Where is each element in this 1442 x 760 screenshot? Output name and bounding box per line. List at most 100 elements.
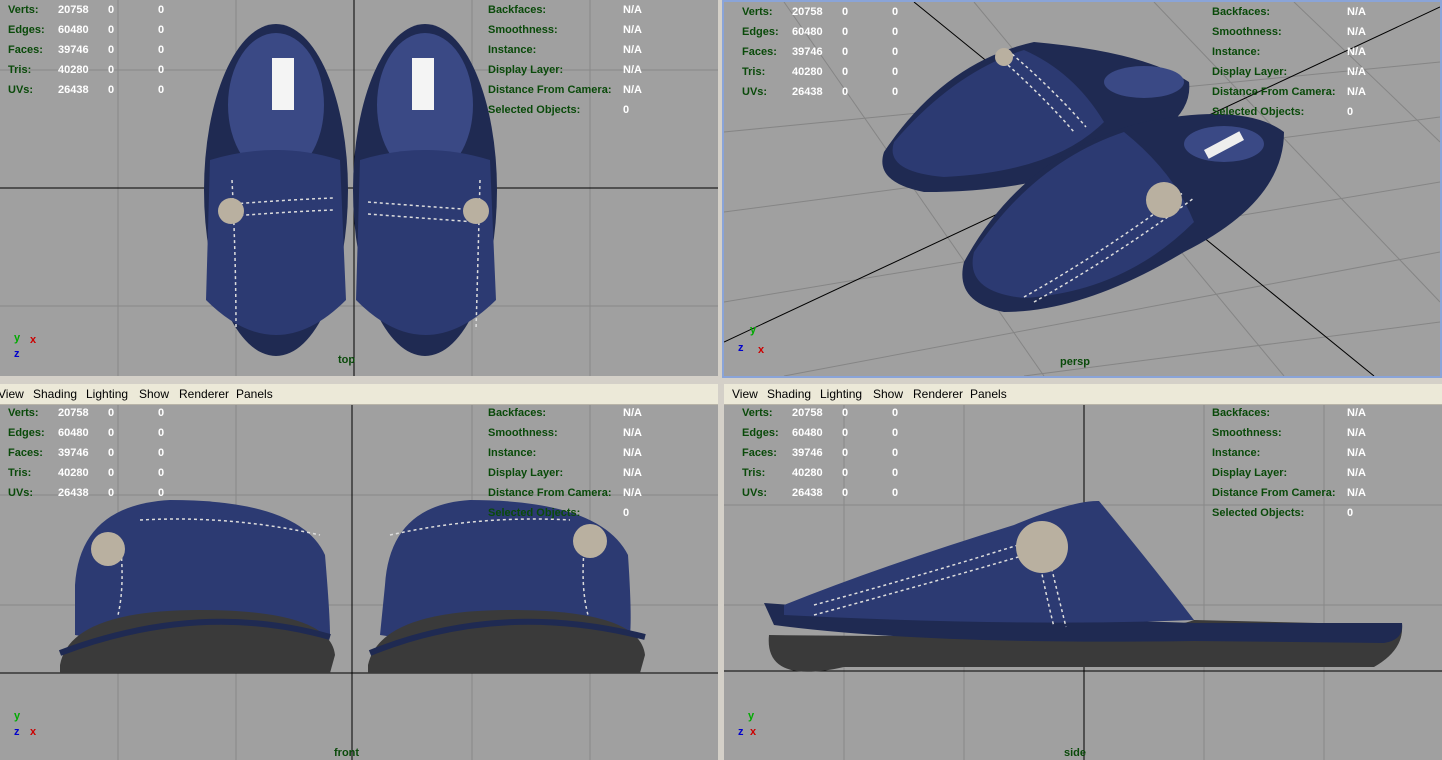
hud-value: 0 <box>108 44 115 56</box>
hud-instance-label: Instance: <box>488 44 537 56</box>
hud-value: 0 <box>108 24 115 36</box>
hud-edges-label: Edges: <box>8 427 45 439</box>
hud-distance-label: Distance From Camera: <box>1212 86 1336 98</box>
viewport-name-persp: persp <box>1060 356 1090 368</box>
slipper-left-front <box>58 500 335 673</box>
hud-value: 39746 <box>792 46 823 58</box>
axis-gizmo-icon: y x z <box>736 710 776 750</box>
hud-value: 26438 <box>58 84 89 96</box>
viewport-side[interactable]: Verts: 20758 0 0 Edges: 60480 0 0 Faces: 39746 0… <box>724 405 1442 760</box>
axis-y-label: y <box>748 710 755 722</box>
hud-value: N/A <box>1347 487 1366 499</box>
hud-value: 20758 <box>792 6 823 18</box>
hud-value: 0 <box>892 407 899 419</box>
hud-display-layer-label: Display Layer: <box>488 64 564 76</box>
hud-backfaces-label: Backfaces: <box>1212 407 1271 419</box>
menu-panels[interactable]: Panels <box>970 387 1007 401</box>
slipper-side <box>764 500 1403 672</box>
hud-value: 0 <box>108 4 115 16</box>
menu-show[interactable]: Show <box>139 387 169 401</box>
hud-value: 0 <box>892 447 899 459</box>
viewport-name-top: top <box>338 354 356 366</box>
hud-value: 0 <box>842 427 849 439</box>
hud-selected-label: Selected Objects: <box>1212 507 1305 519</box>
hud-value: N/A <box>623 44 642 56</box>
hud-value: 0 <box>892 6 899 18</box>
hud-value: 0 <box>158 427 165 439</box>
menu-view[interactable]: View <box>732 387 758 401</box>
hud-edges-label: Edges: <box>742 427 779 439</box>
viewport-persp[interactable]: Verts: 20758 0 0 Edges: 60480 0 0 Faces: 39746 0… <box>724 2 1440 376</box>
axis-z-label: z <box>738 726 744 738</box>
hud-verts-label: Verts: <box>8 4 39 16</box>
menu-panels[interactable]: Panels <box>236 387 273 401</box>
viewport-top-pane[interactable]: Verts: 20758 0 0 Edges: 60480 0 0 Faces: 39746 0… <box>0 0 718 378</box>
hud-smoothness-label: Smoothness: <box>1212 427 1282 439</box>
hud-value: N/A <box>623 64 642 76</box>
hud-faces-label: Faces: <box>742 447 777 459</box>
axis-x-label: x <box>30 334 37 346</box>
hud-display-layer-label: Display Layer: <box>488 467 564 479</box>
hud-verts-label: Verts: <box>8 407 39 419</box>
hud-uvs-label: UVs: <box>8 84 34 96</box>
hud-faces-label: Faces: <box>742 46 777 58</box>
hud-tris-label: Tris: <box>742 66 766 78</box>
hud-value: 0 <box>842 407 849 419</box>
axis-x-label: x <box>750 726 757 738</box>
hud-uvs-label: UVs: <box>742 487 768 499</box>
hud-value: 20758 <box>58 407 89 419</box>
hud-value: 0 <box>158 4 165 16</box>
hud-value: 40280 <box>58 64 89 76</box>
hud-value: 0 <box>892 66 899 78</box>
menu-show[interactable]: Show <box>873 387 903 401</box>
viewport-side-pane[interactable]: View Shading Lighting Show Renderer Pane… <box>724 384 1442 760</box>
hud-value: N/A <box>623 407 642 419</box>
panel-menubar-side: View Shading Lighting Show Renderer Pane… <box>724 384 1442 405</box>
hud-faces-label: Faces: <box>8 44 43 56</box>
hud-uvs-label: UVs: <box>742 86 768 98</box>
hud-value: 0 <box>842 46 849 58</box>
viewport-persp-pane[interactable]: Verts: 20758 0 0 Edges: 60480 0 0 Faces: 39746 0… <box>722 0 1442 378</box>
hud-value: 0 <box>158 84 165 96</box>
viewport-top[interactable]: Verts: 20758 0 0 Edges: 60480 0 0 Faces: 39746 0… <box>0 0 718 376</box>
menu-renderer[interactable]: Renderer <box>179 387 229 401</box>
hud-value: N/A <box>1347 26 1366 38</box>
menu-shading[interactable]: Shading <box>33 387 77 401</box>
hud-smoothness-label: Smoothness: <box>1212 26 1282 38</box>
axis-y-label: y <box>14 332 21 344</box>
hud-value: N/A <box>623 427 642 439</box>
menu-view[interactable]: View <box>0 387 24 401</box>
axis-x-label: x <box>758 344 765 356</box>
hud-value: N/A <box>1347 427 1366 439</box>
side-grid <box>724 405 1442 760</box>
hud-value: 0 <box>842 487 849 499</box>
panel-menubar-front: View Shading Lighting Show Renderer Pane… <box>0 384 718 405</box>
hud-value: 60480 <box>792 427 823 439</box>
viewport-front-pane[interactable]: View Shading Lighting Show Renderer Pane… <box>0 384 718 760</box>
hud-value: 0 <box>623 507 630 519</box>
hud-value: N/A <box>1347 407 1366 419</box>
hud-value: 0 <box>842 6 849 18</box>
hud-instance-label: Instance: <box>1212 447 1261 459</box>
menu-renderer[interactable]: Renderer <box>913 387 963 401</box>
hud-value: N/A <box>623 84 642 96</box>
hud-value: 0 <box>842 66 849 78</box>
hud-value: 0 <box>892 46 899 58</box>
hud-value: 0 <box>842 86 849 98</box>
hud-value: 40280 <box>58 467 89 479</box>
hud-distance-label: Distance From Camera: <box>488 487 612 499</box>
hud-value: 0 <box>158 407 165 419</box>
menu-shading[interactable]: Shading <box>767 387 811 401</box>
menu-lighting[interactable]: Lighting <box>820 387 862 401</box>
hud-value: 60480 <box>58 24 89 36</box>
menu-lighting[interactable]: Lighting <box>86 387 128 401</box>
axis-z-label: z <box>14 348 20 360</box>
hud-value: 0 <box>108 84 115 96</box>
hud-smoothness-label: Smoothness: <box>488 427 558 439</box>
hud-value: 26438 <box>792 86 823 98</box>
hud-distance-label: Distance From Camera: <box>488 84 612 96</box>
hud-value: N/A <box>623 4 642 16</box>
hud-smoothness-label: Smoothness: <box>488 24 558 36</box>
viewport-front[interactable]: Verts: 20758 0 0 Edges: 60480 0 0 Faces: 39746 0… <box>0 405 718 760</box>
hud-value: 0 <box>108 64 115 76</box>
